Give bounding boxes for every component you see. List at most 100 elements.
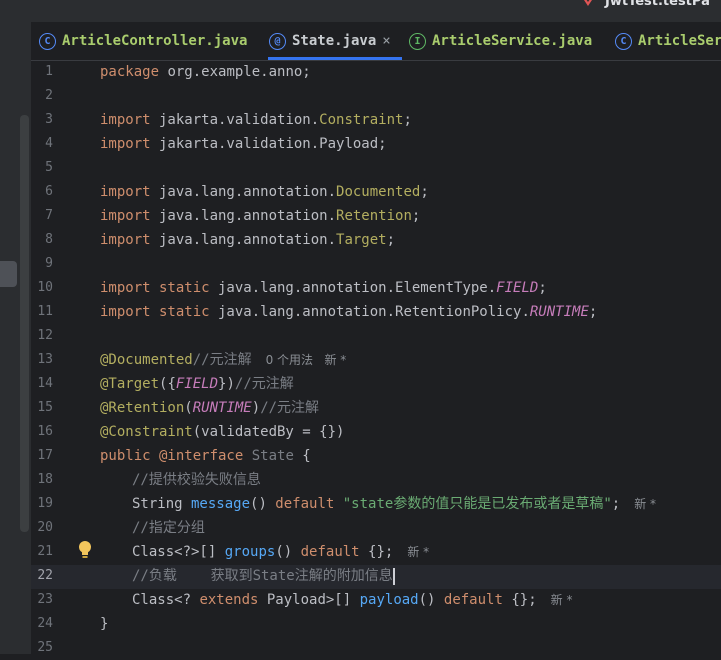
line-number: 19 bbox=[37, 496, 53, 511]
line-number: 4 bbox=[45, 136, 53, 151]
line-number: 11 bbox=[37, 304, 53, 319]
keyword: default bbox=[435, 592, 503, 608]
code-text: java.lang.annotation. bbox=[150, 232, 337, 248]
run-config-icon[interactable] bbox=[579, 0, 597, 6]
class-name: Retention bbox=[336, 208, 412, 224]
annotation-icon: @ bbox=[269, 32, 286, 50]
code-line-19: String message() default "state参数的值只能是已发… bbox=[100, 492, 656, 516]
annotation: @Target bbox=[100, 376, 160, 392]
comment: //元注解 bbox=[260, 400, 320, 416]
method-name: message bbox=[182, 496, 251, 512]
code-text: ; bbox=[411, 208, 421, 224]
line-number: 6 bbox=[45, 184, 53, 199]
line-number: 23 bbox=[37, 592, 53, 607]
line-number: 5 bbox=[45, 160, 53, 175]
author-hint[interactable]: 新 * bbox=[634, 497, 656, 511]
run-config-label[interactable]: JwtTest.testPa bbox=[605, 0, 710, 9]
code-line-23: Class<? extends Payload>[] payload() def… bbox=[100, 588, 572, 612]
code-text: ; bbox=[538, 280, 547, 296]
keyword: package bbox=[100, 64, 160, 80]
code-editor[interactable]: package org.example.anno; import jakarta… bbox=[100, 60, 721, 654]
code-text: java.lang.annotation. bbox=[150, 208, 337, 224]
code-text: () bbox=[418, 592, 436, 608]
keyword: import bbox=[100, 232, 151, 248]
code-line-6: import java.lang.annotation.Documented; bbox=[100, 180, 429, 204]
tab-article-controller[interactable]: C ArticleController.java bbox=[39, 22, 247, 60]
line-number: 16 bbox=[37, 424, 53, 439]
text-caret bbox=[392, 567, 395, 585]
type-name: Class<? bbox=[132, 592, 192, 608]
code-line-17: public @interface State { bbox=[100, 444, 311, 468]
code-text: {}; bbox=[359, 544, 394, 560]
comment: //元注解 bbox=[192, 352, 252, 368]
comment: //指定分组 bbox=[132, 520, 205, 536]
class-icon: C bbox=[39, 32, 56, 50]
class-name: Target bbox=[336, 232, 387, 248]
tab-label: ArticleService.java bbox=[432, 33, 593, 49]
annotation: @Constraint bbox=[100, 424, 193, 440]
keyword: default bbox=[266, 496, 335, 512]
author-hint[interactable]: 新 * bbox=[551, 593, 573, 607]
line-number: 9 bbox=[45, 256, 53, 271]
close-tab-icon[interactable]: × bbox=[382, 33, 390, 49]
keyword: import static bbox=[100, 304, 210, 320]
keyword: import bbox=[100, 208, 151, 224]
tab-state[interactable]: @ State.java × bbox=[269, 22, 391, 60]
code-line-16: @Constraint(validatedBy = {}) bbox=[100, 420, 344, 444]
class-name: Constraint bbox=[319, 112, 404, 128]
code-line-8: import java.lang.annotation.Target; bbox=[100, 228, 395, 252]
code-text: ; bbox=[386, 232, 396, 248]
author-hint[interactable]: 新 * bbox=[407, 545, 429, 559]
code-line-24: } bbox=[100, 612, 108, 636]
code-line-1: package org.example.anno; bbox=[100, 60, 311, 84]
tab-label: State.java bbox=[292, 33, 377, 49]
code-text: () bbox=[275, 544, 293, 560]
tab-article-service[interactable]: I ArticleService.java bbox=[409, 22, 592, 60]
annotation: @Documented bbox=[100, 352, 193, 368]
line-number: 21 bbox=[37, 544, 53, 559]
tab-article-service-impl[interactable]: C ArticleSer bbox=[615, 22, 721, 60]
code-text: jakarta.validation. bbox=[150, 112, 320, 128]
line-number: 1 bbox=[45, 64, 53, 79]
line-number: 13 bbox=[37, 352, 53, 367]
line-number: 25 bbox=[37, 640, 53, 655]
code-text: java.lang.annotation.ElementType. bbox=[209, 280, 497, 296]
constant: RUNTIME bbox=[192, 400, 252, 416]
editor-tabs: C ArticleController.java @ State.java × … bbox=[31, 22, 721, 61]
code-text: (validatedBy = {}) bbox=[192, 424, 345, 440]
line-number: 7 bbox=[45, 208, 53, 223]
code-line-3: import jakarta.validation.Constraint; bbox=[100, 108, 412, 132]
lightbulb-icon[interactable] bbox=[76, 540, 94, 560]
code-line-11: import static java.lang.annotation.Reten… bbox=[100, 300, 597, 324]
line-number: 12 bbox=[37, 328, 53, 343]
code-line-20: //指定分组 bbox=[100, 516, 205, 540]
keyword: import bbox=[100, 184, 151, 200]
type-name: Payload>[] bbox=[258, 592, 352, 608]
keyword: extends bbox=[191, 592, 259, 608]
code-text: org.example.anno; bbox=[159, 64, 311, 80]
tab-label: ArticleController.java bbox=[62, 33, 248, 49]
left-tool-strip bbox=[0, 22, 32, 654]
type-name: Class<?>[] bbox=[132, 544, 217, 560]
comment: //元注解 bbox=[234, 376, 294, 392]
code-line-18: //提供校验失败信息 bbox=[100, 468, 261, 492]
keyword: @interface bbox=[150, 448, 244, 464]
code-text: java.lang.annotation. bbox=[150, 184, 337, 200]
code-line-4: import jakarta.validation.Payload; bbox=[100, 132, 387, 156]
code-text: java.lang.annotation.RetentionPolicy. bbox=[209, 304, 530, 320]
code-text: {}; bbox=[502, 592, 537, 608]
keyword: default bbox=[292, 544, 360, 560]
code-text: () bbox=[250, 496, 267, 512]
code-text: } bbox=[100, 616, 109, 632]
method-name: payload bbox=[351, 592, 419, 608]
line-number: 8 bbox=[45, 232, 53, 247]
code-line-10: import static java.lang.annotation.Eleme… bbox=[100, 276, 547, 300]
usage-hint[interactable]: 0 个用法 新 * bbox=[266, 353, 347, 367]
constant: FIELD bbox=[175, 376, 219, 392]
sidebar-scroll-track[interactable] bbox=[20, 115, 29, 532]
line-number-current: 22 bbox=[37, 568, 53, 583]
code-text: ; bbox=[611, 496, 621, 512]
code-line-15: @Retention(RUNTIME)//元注解 bbox=[100, 396, 319, 420]
line-number: 2 bbox=[45, 88, 53, 103]
sidebar-toggle-button[interactable] bbox=[0, 261, 17, 287]
